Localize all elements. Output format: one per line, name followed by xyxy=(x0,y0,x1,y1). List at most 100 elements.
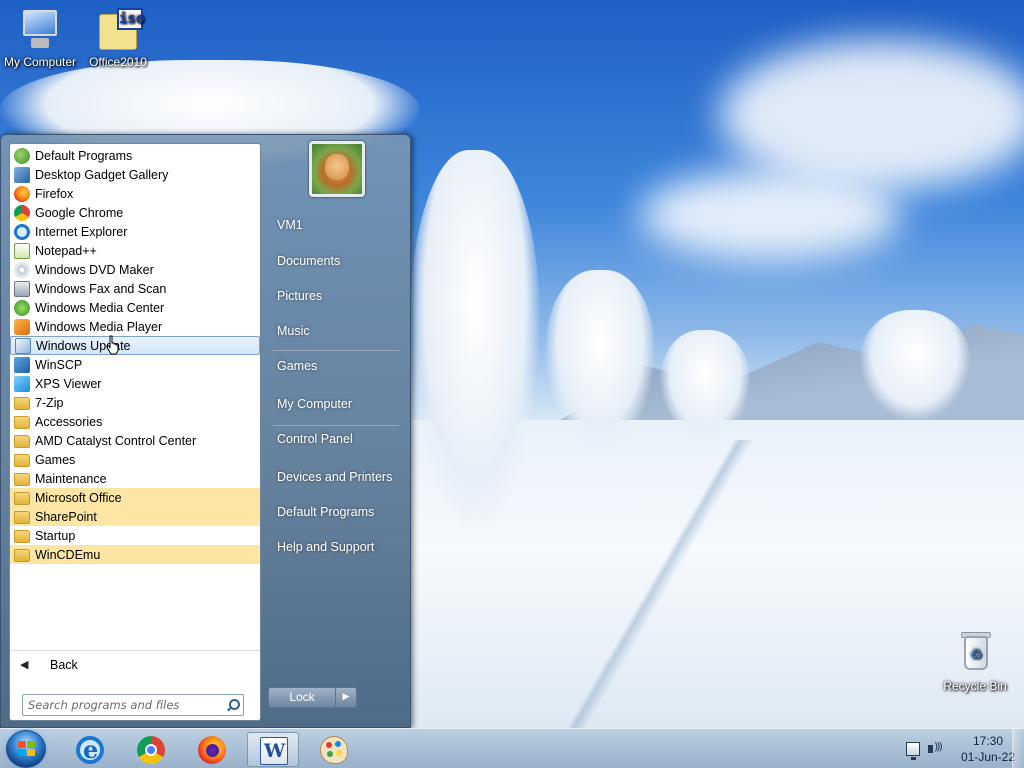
program-item[interactable]: Windows Media Player xyxy=(10,317,260,336)
taskbar-paint[interactable] xyxy=(308,732,360,767)
program-item-label: Startup xyxy=(35,528,76,543)
notepad-plus-plus-icon xyxy=(14,242,30,259)
program-list: Default Programs Desktop Gadget Gallery Fi… xyxy=(10,146,260,564)
windows-update-icon xyxy=(15,337,31,354)
network-icon[interactable] xyxy=(906,742,920,760)
program-item[interactable]: Notepad++ xyxy=(10,241,260,260)
show-desktop-button[interactable] xyxy=(1012,729,1024,768)
wallpaper-tree xyxy=(545,270,655,450)
chrome-icon xyxy=(137,736,165,764)
taskbar-internet-explorer[interactable] xyxy=(64,732,116,767)
system-tray: 17:30 01-Jun-22 xyxy=(874,729,1024,768)
program-item[interactable]: Games xyxy=(10,450,260,469)
shutdown-options-button[interactable]: ▶ xyxy=(336,687,357,708)
firefox-icon xyxy=(14,185,30,202)
start-menu-link-control-panel[interactable]: Control Panel xyxy=(269,425,405,453)
start-menu-link-default-programs[interactable]: Default Programs xyxy=(269,498,405,526)
program-item[interactable]: Internet Explorer xyxy=(10,222,260,241)
program-item[interactable]: Microsoft Office xyxy=(10,488,260,507)
program-item-label: Windows Fax and Scan xyxy=(35,281,167,296)
start-menu-link-games[interactable]: Games xyxy=(269,352,405,380)
program-item[interactable]: Windows Media Center xyxy=(10,298,260,317)
start-menu-link-help-and-support[interactable]: Help and Support xyxy=(269,533,405,561)
program-item[interactable]: Firefox xyxy=(10,184,260,203)
clock[interactable]: 17:30 01-Jun-22 xyxy=(960,733,1016,765)
gadget-gallery-icon xyxy=(14,166,30,183)
taskbar-microsoft-word[interactable] xyxy=(247,732,299,767)
folder-icon xyxy=(14,435,30,448)
folder-icon xyxy=(14,416,30,429)
program-item[interactable]: Default Programs xyxy=(10,146,260,165)
program-item-label: AMD Catalyst Control Center xyxy=(35,433,197,448)
start-menu-link-devices-and-printers[interactable]: Devices and Printers xyxy=(269,463,405,491)
xps-viewer-icon xyxy=(14,375,30,392)
program-item[interactable]: Desktop Gadget Gallery xyxy=(10,165,260,184)
desktop-icon-label: My Computer xyxy=(3,55,77,69)
start-menu-places-pane: VM1 Documents Pictures Music Games My Comput… xyxy=(263,135,411,729)
start-menu-programs-pane: Default Programs Desktop Gadget Gallery Fi… xyxy=(9,143,261,721)
folder-icon xyxy=(14,473,30,486)
lock-button[interactable]: Lock xyxy=(268,687,336,708)
back-button[interactable]: ◀ Back xyxy=(10,650,260,678)
start-button[interactable] xyxy=(6,730,46,768)
start-menu-user-name[interactable]: VM1 xyxy=(269,211,405,239)
program-item-label: 7-Zip xyxy=(35,395,64,410)
back-arrow-icon: ◀ xyxy=(20,658,29,671)
program-item-label: Windows DVD Maker xyxy=(35,262,154,277)
program-item[interactable]: Windows DVD Maker xyxy=(10,260,260,279)
taskbar-firefox[interactable] xyxy=(186,732,238,767)
desktop-icon-my-computer[interactable]: My Computer xyxy=(0,8,80,69)
program-item-label: Google Chrome xyxy=(35,205,124,220)
program-item-label: Windows Media Player xyxy=(35,319,163,334)
start-menu-link-pictures[interactable]: Pictures xyxy=(269,282,405,310)
program-item[interactable]: Google Chrome xyxy=(10,203,260,222)
program-item[interactable]: WinSCP xyxy=(10,355,260,374)
program-item[interactable]: Maintenance xyxy=(10,469,260,488)
program-item[interactable]: 7-Zip xyxy=(10,393,260,412)
mouse-cursor-icon xyxy=(106,335,120,355)
search-icon[interactable] xyxy=(226,698,240,712)
program-item[interactable]: Windows Update xyxy=(10,336,260,355)
program-item-label: XPS Viewer xyxy=(35,376,102,391)
program-item-label: SharePoint xyxy=(35,509,97,524)
winscp-icon xyxy=(14,356,30,373)
back-label: Back xyxy=(50,657,78,672)
desktop-icon-recycle-bin[interactable]: ♻ Recycle Bin xyxy=(935,632,1015,693)
media-player-icon xyxy=(14,318,30,335)
program-item-label: Maintenance xyxy=(35,471,107,486)
media-center-icon xyxy=(14,299,30,316)
taskbar: 17:30 01-Jun-22 xyxy=(0,728,1024,768)
program-item-label: Desktop Gadget Gallery xyxy=(35,167,169,182)
start-menu: Default Programs Desktop Gadget Gallery Fi… xyxy=(0,134,411,728)
program-item-label: Games xyxy=(35,452,76,467)
computer-icon xyxy=(17,8,63,52)
user-picture[interactable] xyxy=(309,141,365,197)
program-item[interactable]: Accessories xyxy=(10,412,260,431)
program-item-label: WinSCP xyxy=(35,357,83,372)
program-item[interactable]: AMD Catalyst Control Center xyxy=(10,431,260,450)
volume-icon[interactable] xyxy=(928,740,946,757)
wallpaper-tree xyxy=(860,310,970,420)
program-item[interactable]: Startup xyxy=(10,526,260,545)
dvd-maker-icon xyxy=(14,261,30,278)
program-item[interactable]: SharePoint xyxy=(10,507,260,526)
start-menu-link-documents[interactable]: Documents xyxy=(269,247,405,275)
search-box[interactable] xyxy=(22,694,244,716)
folder-icon xyxy=(14,397,30,410)
recycle-bin-icon: ♻ xyxy=(952,632,998,676)
taskbar-google-chrome[interactable] xyxy=(125,732,177,767)
desktop-icon-label: Recycle Bin xyxy=(943,679,1007,693)
program-item-label: Accessories xyxy=(35,414,103,429)
desktop-icon-label: Office2010 xyxy=(89,55,147,69)
program-item[interactable]: WinCDEmu xyxy=(10,545,260,564)
program-item-label: Firefox xyxy=(35,186,74,201)
folder-icon xyxy=(14,454,30,467)
clock-date: 01-Jun-22 xyxy=(960,750,1016,764)
default-programs-icon xyxy=(14,147,30,164)
desktop-icon-office2010[interactable]: iso Office2010 xyxy=(78,8,158,69)
search-input[interactable] xyxy=(28,698,224,712)
program-item[interactable]: XPS Viewer xyxy=(10,374,260,393)
start-menu-link-my-computer[interactable]: My Computer xyxy=(269,390,405,418)
program-item[interactable]: Windows Fax and Scan xyxy=(10,279,260,298)
start-menu-link-music[interactable]: Music xyxy=(269,317,405,345)
